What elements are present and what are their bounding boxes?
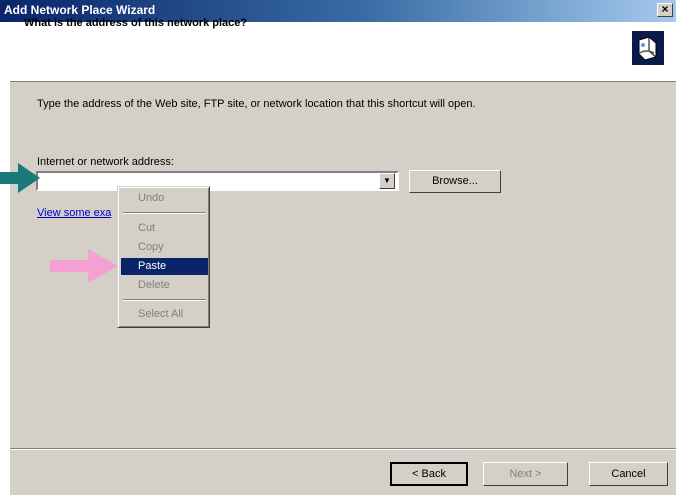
close-button[interactable]: × — [657, 3, 673, 17]
chevron-down-icon: ▼ — [383, 176, 391, 185]
context-menu: Undo Cut Copy Paste Delete Select All — [117, 186, 210, 328]
menu-item-paste[interactable]: Paste — [121, 258, 208, 275]
footer-divider — [10, 448, 676, 450]
address-input[interactable] — [36, 171, 399, 191]
view-examples-link[interactable]: View some exa — [37, 207, 111, 219]
menu-item-cut[interactable]: Cut — [121, 220, 208, 237]
menu-item-select-all[interactable]: Select All — [121, 306, 208, 323]
pink-arrow-icon — [50, 249, 118, 283]
menu-separator — [123, 212, 206, 214]
menu-item-copy[interactable]: Copy — [121, 239, 208, 256]
wizard-body — [10, 82, 676, 495]
back-button[interactable]: < Back — [390, 462, 468, 486]
browse-button[interactable]: Browse... — [409, 170, 501, 193]
teal-arrow-icon — [0, 163, 40, 193]
wizard-header — [10, 22, 676, 81]
window-title: Add Network Place Wizard — [4, 3, 156, 17]
network-place-icon — [632, 31, 664, 65]
menu-item-delete[interactable]: Delete — [121, 277, 208, 294]
next-button[interactable]: Next > — [483, 462, 568, 486]
menu-separator — [123, 299, 206, 301]
instructions-text: Type the address of the Web site, FTP si… — [37, 98, 476, 110]
page-title: What is the address of this network plac… — [24, 17, 248, 29]
address-label: Internet or network address: — [37, 156, 174, 168]
address-dropdown-button[interactable]: ▼ — [379, 173, 395, 189]
menu-item-undo[interactable]: Undo — [121, 190, 208, 207]
cancel-button[interactable]: Cancel — [589, 462, 668, 486]
